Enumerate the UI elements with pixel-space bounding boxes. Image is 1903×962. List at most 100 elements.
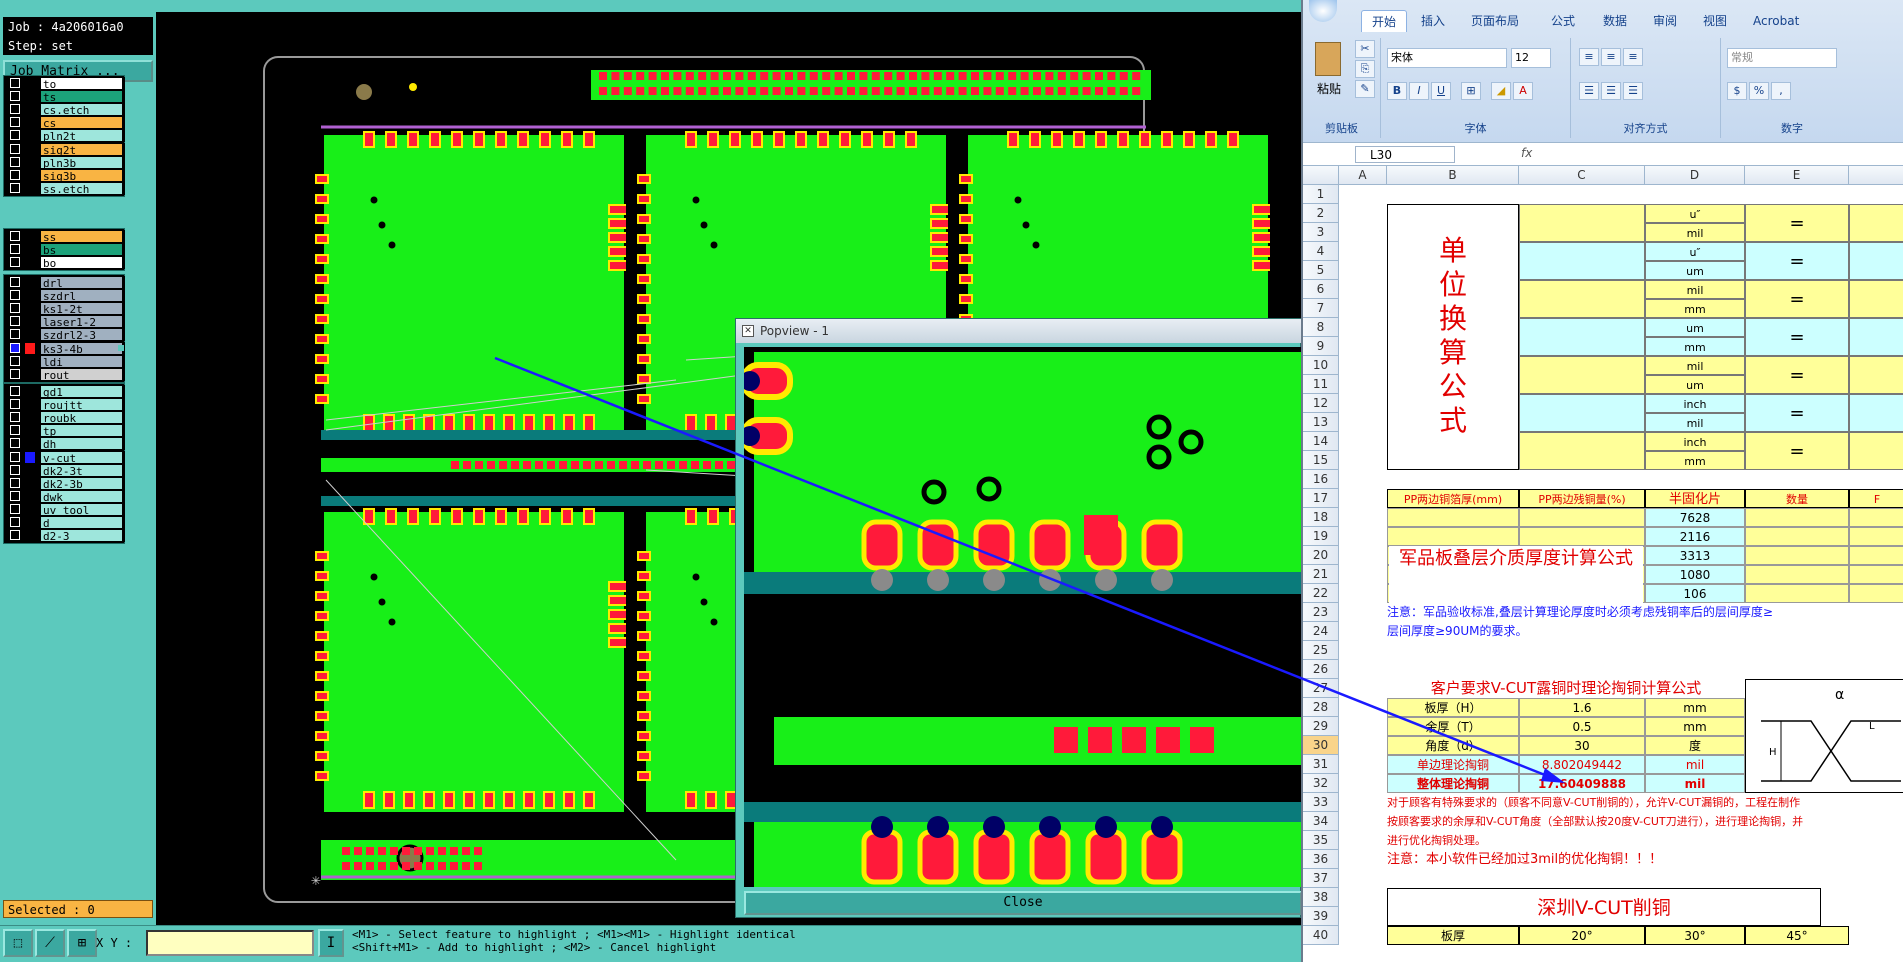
layer-checkbox[interactable] bbox=[10, 342, 20, 353]
measure-tool-icon[interactable]: ⟋ bbox=[35, 929, 65, 957]
fill-color-icon[interactable]: ◢ bbox=[1491, 82, 1511, 100]
layer-row[interactable]: ks1-2t bbox=[6, 302, 125, 316]
layer-row[interactable]: sig3b bbox=[6, 168, 125, 183]
layer-checkbox[interactable] bbox=[10, 130, 20, 141]
layer-row[interactable]: dk2-3b bbox=[6, 476, 125, 491]
row-header[interactable]: 32 bbox=[1303, 774, 1339, 793]
row-header[interactable]: 40 bbox=[1303, 926, 1339, 945]
row-header[interactable]: 30 bbox=[1303, 736, 1339, 755]
layer-row[interactable]: ks3-4b bbox=[6, 341, 125, 356]
row-header[interactable]: 36 bbox=[1303, 850, 1339, 869]
row-header[interactable]: 14 bbox=[1303, 432, 1339, 451]
layer-row[interactable]: bs bbox=[6, 243, 125, 257]
layer-checkbox[interactable] bbox=[10, 355, 20, 366]
layer-row[interactable]: rout bbox=[6, 367, 125, 382]
row-header[interactable]: 34 bbox=[1303, 812, 1339, 831]
select-all-corner[interactable] bbox=[1303, 166, 1339, 185]
row-header[interactable]: 39 bbox=[1303, 907, 1339, 926]
layer-checkbox[interactable] bbox=[10, 451, 20, 462]
ribbon-tab[interactable]: 页面布局 bbox=[1471, 10, 1519, 32]
row-header[interactable]: 1 bbox=[1303, 185, 1339, 204]
grid-tool-icon[interactable]: ⊞ bbox=[67, 929, 97, 957]
row-header[interactable]: 25 bbox=[1303, 641, 1339, 660]
border-icon[interactable]: ⊞ bbox=[1461, 82, 1481, 100]
layer-checkbox[interactable] bbox=[10, 143, 20, 154]
font-name-box[interactable]: 宋体 bbox=[1387, 48, 1507, 68]
align-center-icon[interactable]: ☰ bbox=[1601, 82, 1621, 100]
layer-checkbox[interactable] bbox=[10, 329, 20, 340]
layer-row[interactable]: ss.etch bbox=[6, 181, 125, 196]
layer-checkbox[interactable] bbox=[10, 91, 20, 102]
name-box[interactable]: L30 bbox=[1355, 146, 1455, 163]
layer-checkbox[interactable] bbox=[10, 386, 20, 396]
layer-row[interactable]: dk2-3t bbox=[6, 463, 125, 478]
popview-title-bar[interactable]: ✕ Popview - 1 bbox=[736, 319, 1302, 343]
row-header[interactable]: 13 bbox=[1303, 413, 1339, 432]
ribbon-tab[interactable]: 审阅 bbox=[1653, 10, 1677, 32]
row-header[interactable]: 27 bbox=[1303, 679, 1339, 698]
layer-row[interactable]: ldi bbox=[6, 354, 125, 369]
layer-checkbox[interactable] bbox=[10, 231, 20, 241]
layer-checkbox[interactable] bbox=[10, 78, 20, 88]
layer-row[interactable]: roubk bbox=[6, 411, 125, 425]
paste-icon[interactable] bbox=[1315, 42, 1341, 76]
layer-row[interactable]: ss bbox=[6, 230, 125, 244]
row-header[interactable]: 35 bbox=[1303, 831, 1339, 850]
cut-icon[interactable]: ✂ bbox=[1355, 40, 1375, 58]
ribbon-tab[interactable]: 数据 bbox=[1603, 10, 1627, 32]
row-header[interactable]: 17 bbox=[1303, 489, 1339, 508]
layer-checkbox[interactable] bbox=[10, 368, 20, 379]
layer-checkbox[interactable] bbox=[10, 244, 20, 255]
text-cursor-icon[interactable]: I bbox=[318, 929, 344, 957]
layer-checkbox[interactable] bbox=[10, 477, 20, 488]
row-header[interactable]: 7 bbox=[1303, 299, 1339, 318]
layer-checkbox[interactable] bbox=[10, 156, 20, 167]
office-button-icon[interactable] bbox=[1309, 0, 1337, 22]
underline-icon[interactable]: U bbox=[1431, 82, 1451, 100]
popview-canvas[interactable] bbox=[744, 347, 1302, 887]
layer-row[interactable]: cs.etch bbox=[6, 103, 125, 117]
layer-checkbox[interactable] bbox=[10, 104, 20, 115]
row-header[interactable]: 20 bbox=[1303, 546, 1339, 565]
ribbon-tab[interactable]: 公式 bbox=[1551, 10, 1575, 32]
layer-checkbox[interactable] bbox=[10, 169, 20, 180]
ribbon-tab[interactable]: 插入 bbox=[1421, 10, 1445, 32]
layer-checkbox[interactable] bbox=[10, 425, 20, 436]
currency-icon[interactable]: $ bbox=[1727, 82, 1747, 100]
column-header[interactable]: A bbox=[1339, 166, 1387, 185]
number-format-box[interactable]: 常规 bbox=[1727, 48, 1837, 68]
layer-checkbox[interactable] bbox=[10, 303, 20, 314]
layer-row[interactable]: ts bbox=[6, 90, 125, 104]
align-bottom-icon[interactable]: ≡ bbox=[1623, 48, 1643, 66]
row-header[interactable]: 37 bbox=[1303, 869, 1339, 888]
layer-row[interactable]: dwk bbox=[6, 489, 125, 504]
ribbon-tab[interactable]: 视图 bbox=[1703, 10, 1727, 32]
font-size-box[interactable]: 12 bbox=[1511, 48, 1551, 68]
percent-icon[interactable]: % bbox=[1749, 82, 1769, 100]
row-header[interactable]: 26 bbox=[1303, 660, 1339, 679]
column-header[interactable]: B bbox=[1387, 166, 1519, 185]
layer-row[interactable]: to bbox=[6, 77, 125, 91]
row-header[interactable]: 8 bbox=[1303, 318, 1339, 337]
column-header[interactable]: D bbox=[1645, 166, 1745, 185]
layer-checkbox[interactable] bbox=[10, 438, 20, 449]
row-header[interactable]: 24 bbox=[1303, 622, 1339, 641]
layer-row[interactable]: sig2t bbox=[6, 142, 125, 157]
layer-checkbox[interactable] bbox=[10, 412, 20, 423]
row-header[interactable]: 31 bbox=[1303, 755, 1339, 774]
zoom-tool-icon[interactable]: ⬚ bbox=[3, 929, 33, 957]
row-header[interactable]: 29 bbox=[1303, 717, 1339, 736]
layer-row[interactable]: bo bbox=[6, 256, 125, 270]
close-window-icon[interactable]: ✕ bbox=[742, 325, 754, 337]
row-header[interactable]: 22 bbox=[1303, 584, 1339, 603]
layer-checkbox[interactable] bbox=[10, 464, 20, 475]
layer-row[interactable]: cs bbox=[6, 116, 125, 130]
layer-row[interactable]: laser1-2 bbox=[6, 315, 125, 329]
layer-checkbox[interactable] bbox=[10, 530, 20, 541]
layer-row[interactable]: szdrl2-3 bbox=[6, 328, 125, 342]
align-top-icon[interactable]: ≡ bbox=[1579, 48, 1599, 66]
sheet-grid[interactable]: 1 2 3 4 5 6 7 8 9 10 11 12 13 14 15 16 17 18 19 20 21 22 23 24 2… bbox=[1303, 185, 1903, 962]
row-header[interactable]: 18 bbox=[1303, 508, 1339, 527]
layer-row[interactable]: v-cut bbox=[6, 450, 125, 465]
row-header[interactable]: 15 bbox=[1303, 451, 1339, 470]
